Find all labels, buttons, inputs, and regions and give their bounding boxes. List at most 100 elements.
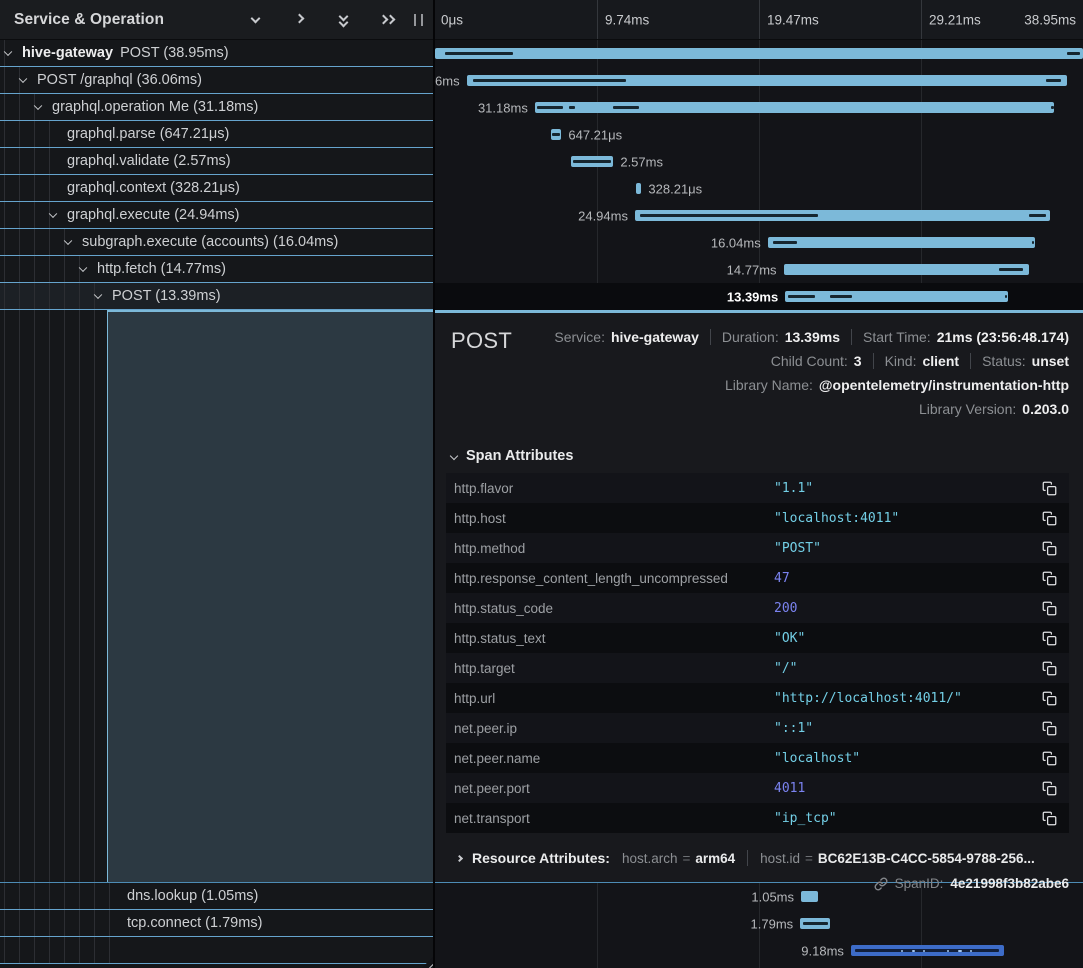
- span-bar[interactable]: [535, 102, 1054, 113]
- span-attributes-table: http.flavor "1.1" http.host "localhost:4…: [446, 473, 1069, 833]
- tree-row-text: graphql.parse (647.21μs): [0, 126, 229, 142]
- resource-attributes-row[interactable]: Resource Attributes: host.arch=arm64host…: [451, 848, 1069, 868]
- expand-one-icon[interactable]: [292, 13, 308, 27]
- attribute-row: net.transport "ip_tcp": [446, 803, 1069, 833]
- tree-row[interactable]: service-accounts POST (9.18ms): [0, 937, 433, 964]
- divider: [710, 329, 711, 345]
- field-label: Library Version:: [919, 401, 1016, 417]
- copy-icon[interactable]: [1039, 688, 1059, 708]
- bar-row: 36.06ms: [435, 67, 1083, 94]
- child-span-mark: [569, 106, 575, 109]
- attr-key: net.peer.name: [454, 751, 774, 766]
- collapse-one-icon[interactable]: [248, 13, 264, 27]
- span-attributes-title: Span Attributes: [466, 448, 573, 464]
- overview-field: Kind:client: [885, 353, 960, 369]
- bar-row: 38.95ms: [435, 40, 1083, 67]
- timeline-ruler: 0μs9.74ms19.47ms29.21ms38.95ms: [435, 0, 1083, 40]
- span-tree-bottom: dns.lookup (1.05ms) tcp.connect (1.79ms)…: [0, 883, 433, 964]
- span-label: POST (38.95ms): [120, 45, 229, 61]
- bar-row: 328.21μs: [435, 175, 1083, 202]
- tree-row-text: POST /graphql (36.06ms): [0, 72, 202, 88]
- span-bar[interactable]: [551, 129, 562, 140]
- field-label: Duration:: [722, 329, 779, 345]
- span-label: graphql.operation Me (31.18ms): [52, 99, 258, 115]
- copy-icon[interactable]: [1039, 568, 1059, 588]
- attribute-row: http.flavor "1.1": [446, 473, 1069, 503]
- bar-row: 14.77ms: [435, 256, 1083, 283]
- copy-icon[interactable]: [1039, 598, 1059, 618]
- bar-duration-label: 31.18ms: [478, 100, 528, 115]
- span-label: http.fetch (14.77ms): [97, 261, 226, 277]
- expand-all-icon[interactable]: [380, 13, 396, 27]
- copy-icon[interactable]: [1039, 718, 1059, 738]
- span-attributes-header[interactable]: Span Attributes: [451, 446, 1069, 466]
- span-label: graphql.execute (24.94ms): [67, 207, 240, 223]
- attribute-row: http.response_content_length_uncompresse…: [446, 563, 1069, 593]
- span-bar[interactable]: [800, 918, 830, 929]
- tree-row[interactable]: graphql.execute (24.94ms): [0, 202, 433, 229]
- span-label: tcp.connect (1.79ms): [127, 915, 262, 931]
- tree-row[interactable]: POST /graphql (36.06ms): [0, 67, 433, 94]
- span-bar[interactable]: [571, 156, 614, 167]
- field-label: Kind:: [885, 353, 917, 369]
- tree-row[interactable]: graphql.parse (647.21μs): [0, 121, 433, 148]
- tree-row[interactable]: graphql.validate (2.57ms): [0, 148, 433, 175]
- span-tree-top: hive-gateway POST (38.95ms) POST /graphq…: [0, 40, 433, 310]
- copy-icon[interactable]: [1039, 778, 1059, 798]
- field-value: 13.39ms: [785, 329, 840, 345]
- tree-row-text: POST (13.39ms): [0, 288, 221, 304]
- copy-icon[interactable]: [1039, 478, 1059, 498]
- tree-controls: [248, 13, 396, 27]
- ruler-tick: [597, 0, 598, 39]
- timeline-rows-bottom: 1.05ms 1.79ms 9.18ms: [435, 883, 1083, 964]
- span-bar[interactable]: [467, 75, 1067, 86]
- tree-row[interactable]: hive-gateway POST (38.95ms): [0, 40, 433, 67]
- copy-icon[interactable]: [1039, 748, 1059, 768]
- child-span-mark: [803, 922, 828, 925]
- span-bar[interactable]: [636, 183, 641, 194]
- field-label: Start Time:: [863, 329, 931, 345]
- copy-icon[interactable]: [1039, 508, 1059, 528]
- span-bar[interactable]: [851, 945, 1004, 956]
- tree-row[interactable]: http.fetch (14.77ms): [0, 256, 433, 283]
- overview-field: Duration: 13.39ms: [722, 329, 840, 345]
- link-icon[interactable]: [874, 877, 888, 891]
- chevron-right-icon: [456, 854, 463, 861]
- span-bar[interactable]: [635, 210, 1050, 221]
- bar-row: 1.79ms: [435, 910, 1083, 937]
- child-span-mark: [901, 950, 903, 952]
- bar-row: 31.18ms: [435, 94, 1083, 121]
- divider: [970, 353, 971, 369]
- collapse-all-icon[interactable]: [336, 13, 352, 27]
- tree-row-text: subgraph.execute (accounts) (16.04ms): [0, 234, 338, 250]
- copy-icon[interactable]: [1039, 658, 1059, 678]
- column-resize-handle[interactable]: [414, 14, 423, 26]
- span-bar[interactable]: [435, 48, 1083, 59]
- span-id-value: 4e21998f3b82abe6: [950, 876, 1069, 891]
- span-bar[interactable]: [801, 891, 818, 902]
- span-bar[interactable]: [768, 237, 1035, 248]
- tree-row[interactable]: tcp.connect (1.79ms): [0, 910, 433, 937]
- copy-icon[interactable]: [1039, 628, 1059, 648]
- tree-row[interactable]: dns.lookup (1.05ms): [0, 883, 433, 910]
- tree-row-text: hive-gateway POST (38.95ms): [0, 45, 229, 61]
- attr-value: 4011: [774, 781, 1039, 796]
- tree-row[interactable]: subgraph.execute (accounts) (16.04ms): [0, 229, 433, 256]
- child-span-mark: [970, 950, 972, 952]
- span-bar[interactable]: [784, 264, 1030, 275]
- span-bar[interactable]: [785, 291, 1008, 302]
- tree-row[interactable]: POST (13.39ms): [0, 283, 433, 310]
- copy-icon[interactable]: [1039, 808, 1059, 828]
- tree-row[interactable]: graphql.operation Me (31.18ms): [0, 94, 433, 121]
- overview-field: Library Name:@opentelemetry/instrumentat…: [725, 377, 1069, 393]
- span-overview: Service:hive-gatewayDuration:13.39msStar…: [512, 323, 1069, 420]
- child-span-mark: [473, 79, 626, 82]
- child-span-mark: [1029, 214, 1046, 217]
- child-span-mark: [1032, 241, 1034, 244]
- child-span-mark: [830, 295, 852, 298]
- attr-value: "::1": [774, 721, 1039, 736]
- tree-row[interactable]: graphql.context (328.21μs): [0, 175, 433, 202]
- attribute-row: http.host "localhost:4011": [446, 503, 1069, 533]
- span-detail-panel: POST Service:hive-gatewayDuration:13.39m…: [435, 310, 1083, 883]
- copy-icon[interactable]: [1039, 538, 1059, 558]
